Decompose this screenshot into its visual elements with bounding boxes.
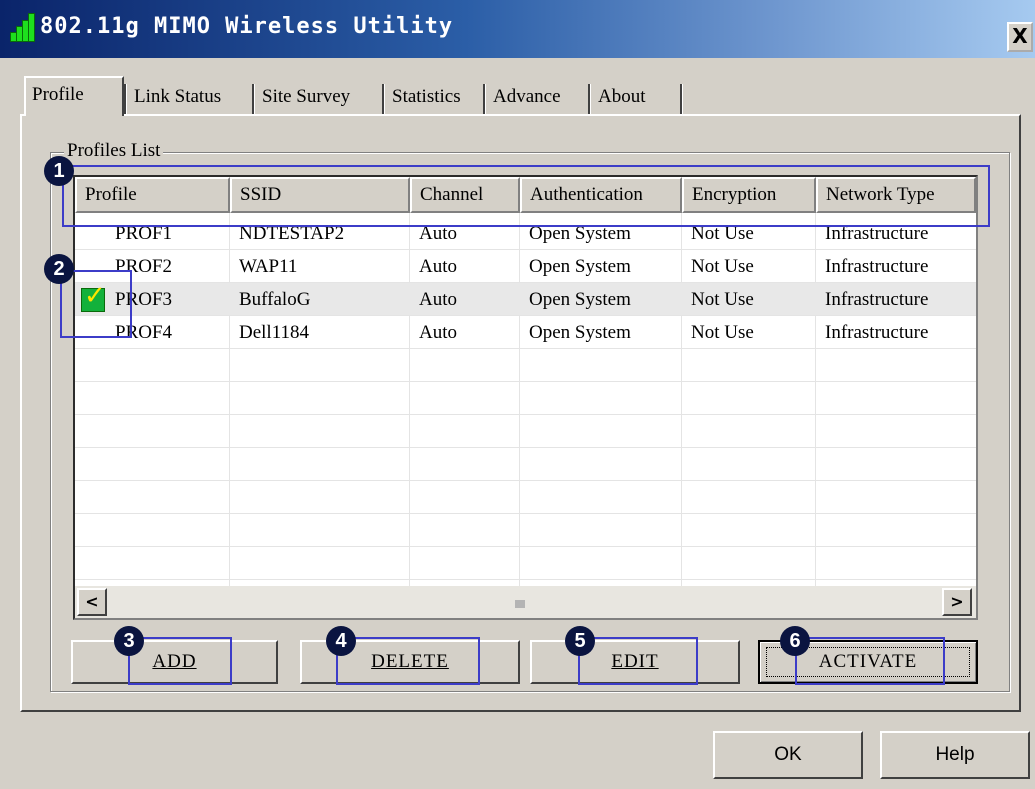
annotation-marker-6: 6 bbox=[780, 626, 810, 656]
signal-bars-icon bbox=[10, 13, 35, 42]
tab-profile[interactable]: Profile bbox=[24, 76, 124, 116]
tab-separator bbox=[382, 84, 385, 114]
tab-separator bbox=[252, 84, 255, 114]
table-row[interactable]: PROF2 WAP11 Auto Open System Not Use Inf… bbox=[75, 250, 976, 283]
empty-row bbox=[75, 349, 976, 382]
cell-authentication: Open System bbox=[529, 322, 631, 343]
profiles-table[interactable]: Profile SSID Channel Authentication Encr… bbox=[73, 175, 978, 620]
cell-ssid: BuffaloG bbox=[239, 289, 311, 310]
empty-row bbox=[75, 382, 976, 415]
tab-site-survey[interactable]: Site Survey bbox=[256, 80, 356, 114]
table-row[interactable]: PROF4 Dell1184 Auto Open System Not Use … bbox=[75, 316, 976, 349]
empty-row bbox=[75, 448, 976, 481]
cell-ssid: WAP11 bbox=[239, 256, 298, 277]
empty-row bbox=[75, 481, 976, 514]
annotation-box-4 bbox=[336, 637, 480, 685]
tab-about[interactable]: About bbox=[592, 80, 652, 114]
empty-row bbox=[75, 547, 976, 580]
annotation-marker-3: 3 bbox=[114, 626, 144, 656]
empty-row bbox=[75, 514, 976, 547]
cell-ssid: Dell1184 bbox=[239, 322, 310, 343]
horizontal-scrollbar[interactable]: < > bbox=[75, 586, 976, 618]
cell-encryption: Not Use bbox=[691, 289, 754, 310]
cell-network-type: Infrastructure bbox=[825, 322, 929, 343]
tab-separator bbox=[588, 84, 591, 114]
tab-link-status[interactable]: Link Status bbox=[128, 80, 227, 114]
table-row[interactable]: ✓ PROF3 BuffaloG Auto Open System Not Us… bbox=[75, 281, 976, 316]
tab-separator bbox=[483, 84, 486, 114]
annotation-box-6 bbox=[795, 637, 945, 685]
annotation-box-1 bbox=[62, 165, 990, 227]
cell-channel: Auto bbox=[419, 256, 457, 277]
tab-advance[interactable]: Advance bbox=[487, 80, 567, 114]
tab-statistics[interactable]: Statistics bbox=[386, 80, 467, 114]
tab-separator bbox=[680, 84, 683, 114]
cell-network-type: Infrastructure bbox=[825, 289, 929, 310]
cell-channel: Auto bbox=[419, 322, 457, 343]
help-button[interactable]: Help bbox=[880, 731, 1030, 779]
scroll-right-button[interactable]: > bbox=[942, 588, 972, 616]
annotation-marker-5: 5 bbox=[565, 626, 595, 656]
window-title: 802.11g MIMO Wireless Utility bbox=[40, 14, 454, 39]
annotation-box-2 bbox=[60, 270, 132, 338]
cell-channel: Auto bbox=[419, 289, 457, 310]
annotation-marker-4: 4 bbox=[326, 626, 356, 656]
close-button[interactable]: X bbox=[1007, 22, 1033, 52]
empty-row bbox=[75, 415, 976, 448]
cell-authentication: Open System bbox=[529, 256, 631, 277]
cell-encryption: Not Use bbox=[691, 256, 754, 277]
cell-encryption: Not Use bbox=[691, 322, 754, 343]
cell-authentication: Open System bbox=[529, 289, 631, 310]
scroll-left-button[interactable]: < bbox=[77, 588, 107, 616]
ok-button[interactable]: OK bbox=[713, 731, 863, 779]
title-bar[interactable]: 802.11g MIMO Wireless Utility X bbox=[0, 0, 1035, 58]
annotation-box-5 bbox=[578, 637, 698, 685]
tab-separator bbox=[124, 84, 127, 114]
annotation-marker-1: 1 bbox=[44, 156, 74, 186]
cell-network-type: Infrastructure bbox=[825, 256, 929, 277]
annotation-marker-2: 2 bbox=[44, 254, 74, 284]
profiles-list-label: Profiles List bbox=[64, 140, 164, 162]
scrollbar-thumb[interactable] bbox=[515, 600, 525, 608]
